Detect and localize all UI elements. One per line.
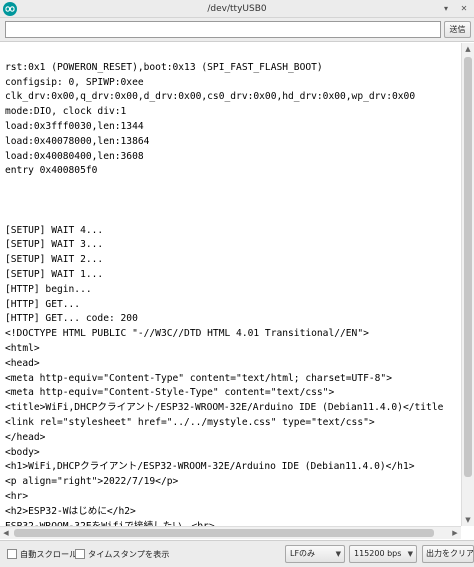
console-line: <meta http-equiv="Content-Style-Type" co… <box>5 387 335 399</box>
scroll-right-icon[interactable]: ▶ <box>449 527 461 539</box>
window-title: /dev/ttyUSB0 <box>207 4 267 14</box>
console-line: <!DOCTYPE HTML PUBLIC "-//W3C//DTD HTML … <box>5 328 369 340</box>
console-line: [SETUP] WAIT 4... <box>5 224 104 236</box>
status-bar: 自動スクロール タイムスタンプを表示 LFのみ ▼ 115200 bps ▼ 出… <box>0 540 474 567</box>
timestamp-checkbox[interactable] <box>75 549 85 559</box>
send-bar: 送信 <box>0 18 474 42</box>
console-line: rst:0x1 (POWERON_RESET),boot:0x13 (SPI_F… <box>5 61 323 73</box>
message-input[interactable] <box>5 21 441 38</box>
console-line: <link rel="stylesheet" href="../../mysty… <box>5 417 375 428</box>
console-line: configsip: 0, SPIWP:0xee <box>5 76 144 88</box>
horizontal-scrollbar[interactable]: ◀ ▶ <box>0 526 461 539</box>
console-line: [HTTP] GET... <box>5 298 81 310</box>
vertical-scroll-thumb[interactable] <box>464 57 472 477</box>
baud-rate-value: 115200 bps <box>354 549 402 558</box>
console-line: clk_drv:0x00,q_drv:0x00,d_drv:0x00,cs0_d… <box>5 91 416 103</box>
title-bar: /dev/ttyUSB0 ▾ ✕ <box>0 0 474 18</box>
horizontal-scroll-thumb[interactable] <box>14 529 434 537</box>
scroll-down-icon[interactable]: ▼ <box>462 514 474 526</box>
console-line: [HTTP] begin... <box>5 283 92 295</box>
chevron-down-icon: ▼ <box>407 550 413 558</box>
console-line: entry 0x400805f0 <box>5 165 98 177</box>
chevron-down-icon: ▼ <box>335 550 341 558</box>
console-line: load:0x40078000,len:13864 <box>5 135 150 147</box>
vertical-scrollbar[interactable]: ▲ ▼ <box>461 43 474 526</box>
console-line: <h2>ESP32-Wはじめに</h2> <box>5 505 136 517</box>
console-line: <h1>WiFi,DHCPクライアント/ESP32-WROOM-32E/Ardu… <box>5 461 415 473</box>
scroll-left-icon[interactable]: ◀ <box>0 527 12 539</box>
console-line: <meta http-equiv="Content-Type" content=… <box>5 372 392 384</box>
console-line: [HTTP] GET... code: 200 <box>5 313 138 325</box>
autoscroll-label: 自動スクロール <box>20 549 78 559</box>
console-line: <p align="right">2022/7/19</p> <box>5 476 179 488</box>
console-line: mode:DIO, clock div:1 <box>5 106 127 118</box>
send-button[interactable]: 送信 <box>444 21 471 38</box>
scroll-up-icon[interactable]: ▲ <box>462 43 474 55</box>
console-line: load:0x3fff0030,len:1344 <box>5 121 144 132</box>
console-line: load:0x40080400,len:3608 <box>5 150 144 162</box>
console-line: <html> <box>5 343 40 354</box>
console-line: <title>WiFi,DHCPクライアント/ESP32-WROOM-32E/A… <box>5 402 444 414</box>
console-line: </head> <box>5 431 46 443</box>
close-icon[interactable]: ✕ <box>459 4 469 14</box>
timestamp-label: タイムスタンプを表示 <box>88 549 170 559</box>
minimize-icon[interactable]: ▾ <box>441 4 451 14</box>
line-ending-value: LFのみ <box>290 549 316 558</box>
clear-output-button[interactable]: 出力をクリア <box>422 545 474 563</box>
baud-rate-select[interactable]: 115200 bps ▼ <box>349 545 417 563</box>
console-line: [SETUP] WAIT 2... <box>5 254 104 266</box>
console-line: <body> <box>5 446 40 458</box>
console-line: [SETUP] WAIT 3... <box>5 239 104 251</box>
console-line: [SETUP] WAIT 1... <box>5 269 104 280</box>
autoscroll-checkbox[interactable] <box>7 549 17 559</box>
line-ending-select[interactable]: LFのみ ▼ <box>285 545 345 563</box>
serial-output[interactable]: rst:0x1 (POWERON_RESET),boot:0x13 (SPI_F… <box>2 43 460 526</box>
console-line: <head> <box>5 357 40 369</box>
console-line: <hr> <box>5 491 29 502</box>
